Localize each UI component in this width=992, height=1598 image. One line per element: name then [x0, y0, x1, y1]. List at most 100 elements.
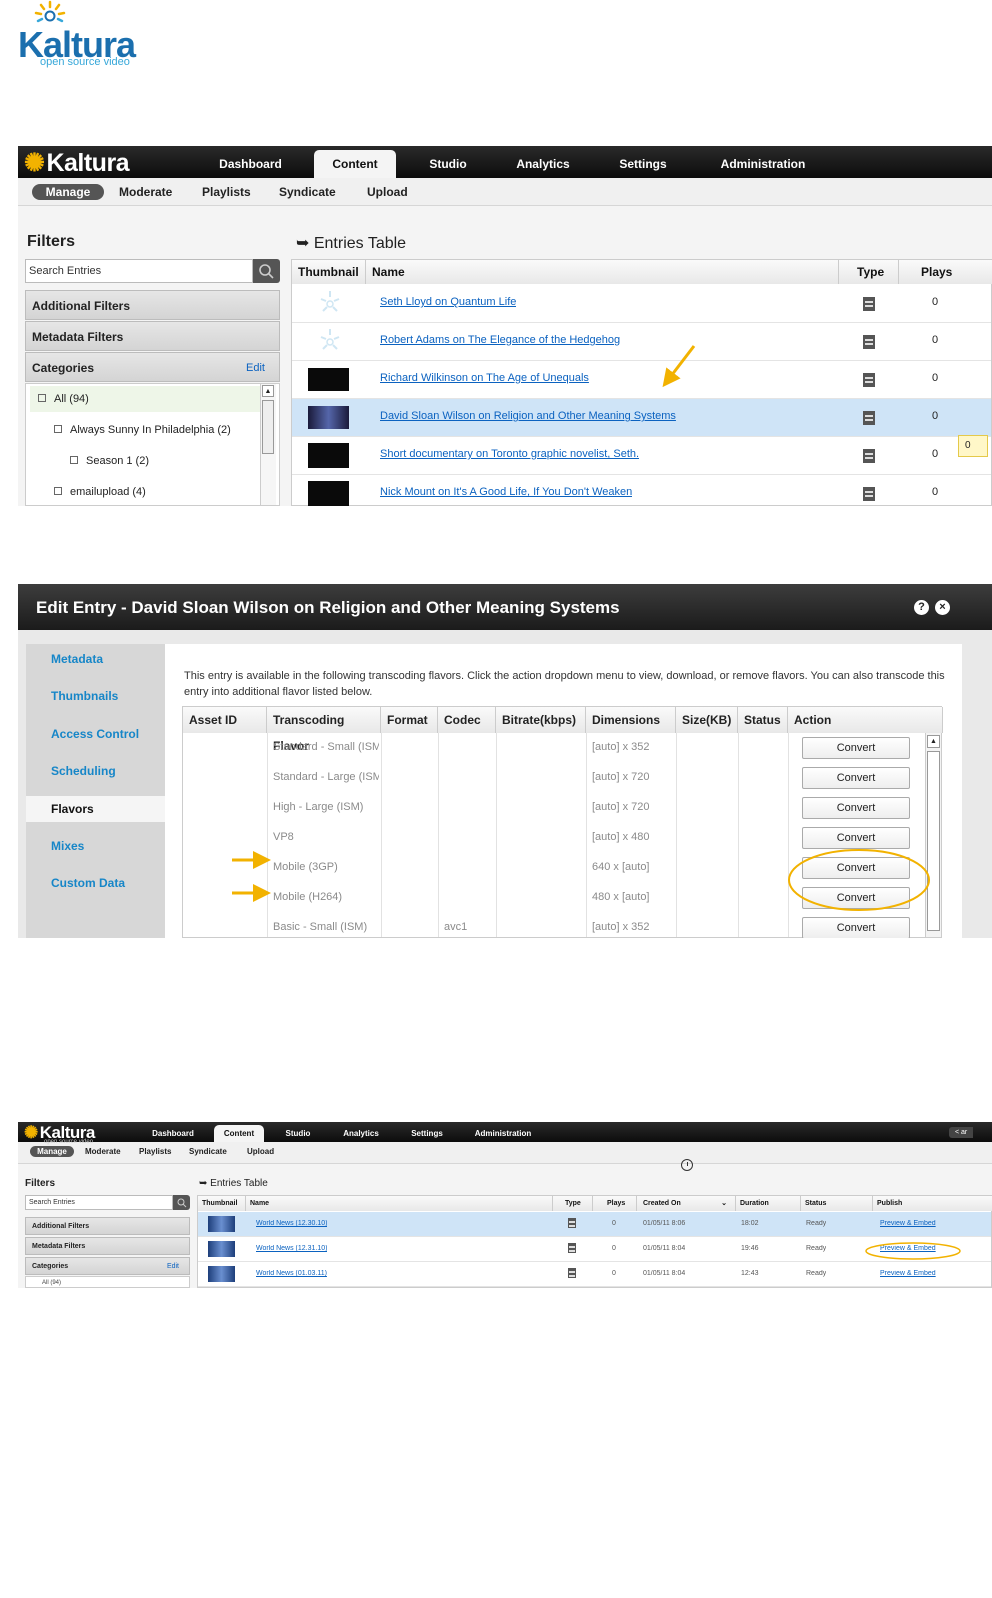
- col-format[interactable]: Format: [381, 707, 438, 733]
- convert-button[interactable]: Convert: [802, 917, 910, 938]
- additional-filters-header[interactable]: Additional Filters: [25, 290, 280, 320]
- back-arrow-icon[interactable]: ➥: [296, 235, 309, 252]
- col-status[interactable]: Status: [801, 1196, 873, 1211]
- tab-settings[interactable]: Settings: [603, 150, 683, 178]
- col-type[interactable]: Type: [553, 1196, 593, 1211]
- categories-edit-link[interactable]: Edit: [167, 1258, 179, 1276]
- entry-name-link[interactable]: World News (12.31.10): [256, 1245, 327, 1252]
- category-scrollbar[interactable]: ▲: [260, 384, 276, 505]
- back-button[interactable]: < ar: [949, 1127, 974, 1138]
- category-item[interactable]: Season 1 (2): [70, 455, 149, 467]
- sidebar-item-custom-data[interactable]: Custom Data: [51, 876, 125, 890]
- table-row[interactable]: World News (01.03.11) 0 01/05/11 8:04 12…: [198, 1262, 991, 1287]
- entry-name-link[interactable]: World News (01.03.11): [256, 1270, 327, 1277]
- sort-chevron-icon[interactable]: ⌄: [721, 1196, 727, 1211]
- table-row-selected[interactable]: World News (12.30.10) 0 01/05/11 8:06 18…: [198, 1212, 991, 1237]
- tab-studio[interactable]: Studio: [413, 150, 483, 178]
- preview-embed-link[interactable]: Preview & Embed: [880, 1270, 936, 1277]
- subtab-syndicate[interactable]: Syndicate: [279, 185, 336, 199]
- col-asset-id[interactable]: Asset ID: [183, 707, 267, 733]
- metadata-filters-header[interactable]: Metadata Filters: [25, 321, 280, 351]
- convert-button[interactable]: Convert: [802, 857, 910, 879]
- subtab-moderate[interactable]: Moderate: [85, 1147, 121, 1156]
- entry-name-link[interactable]: Short documentary on Toronto graphic nov…: [380, 448, 639, 460]
- entry-name-link[interactable]: Nick Mount on It's A Good Life, If You D…: [380, 486, 632, 498]
- scroll-thumb[interactable]: [262, 400, 274, 454]
- entry-name-link[interactable]: Robert Adams on The Elegance of the Hedg…: [380, 334, 620, 346]
- scroll-thumb[interactable]: [927, 751, 940, 931]
- tab-dashboard[interactable]: Dashboard: [140, 1125, 206, 1142]
- tab-content[interactable]: Content: [214, 1125, 264, 1142]
- sidebar-item-metadata[interactable]: Metadata: [51, 652, 103, 666]
- col-plays[interactable]: Plays: [593, 1196, 637, 1211]
- col-type[interactable]: Type: [839, 260, 899, 284]
- sidebar-item-access-control[interactable]: Access Control: [51, 727, 139, 741]
- subtab-upload[interactable]: Upload: [247, 1147, 274, 1156]
- entry-name-link[interactable]: Richard Wilkinson on The Age of Unequals: [380, 372, 589, 384]
- table-row[interactable]: Short documentary on Toronto graphic nov…: [292, 437, 991, 475]
- col-size[interactable]: Size(KB): [676, 707, 738, 733]
- additional-filters-header[interactable]: Additional Filters: [25, 1217, 190, 1235]
- sidebar-item-mixes[interactable]: Mixes: [51, 839, 84, 853]
- col-bitrate[interactable]: Bitrate(kbps): [496, 707, 586, 733]
- col-codec[interactable]: Codec: [438, 707, 496, 733]
- category-item[interactable]: All (94): [38, 393, 89, 405]
- col-action[interactable]: Action: [788, 707, 943, 733]
- subtab-syndicate[interactable]: Syndicate: [189, 1147, 227, 1156]
- scroll-up-icon[interactable]: ▲: [927, 735, 940, 748]
- sidebar-item-thumbnails[interactable]: Thumbnails: [51, 689, 118, 703]
- col-name[interactable]: Name: [246, 1196, 553, 1211]
- col-plays[interactable]: Plays: [899, 260, 992, 284]
- table-row[interactable]: World News (12.31.10) 0 01/05/11 8:04 19…: [198, 1237, 991, 1262]
- table-row[interactable]: Nick Mount on It's A Good Life, If You D…: [292, 475, 991, 506]
- table-row[interactable]: Seth Lloyd on Quantum Life 0: [292, 285, 991, 323]
- tab-settings[interactable]: Settings: [402, 1125, 452, 1142]
- col-status[interactable]: Status: [738, 707, 788, 733]
- sidebar-item-scheduling[interactable]: Scheduling: [51, 764, 116, 778]
- tab-content[interactable]: Content: [314, 150, 396, 178]
- table-row-selected[interactable]: David Sloan Wilson on Religion and Other…: [292, 399, 991, 437]
- tab-studio[interactable]: Studio: [276, 1125, 320, 1142]
- entry-name-link[interactable]: World News (12.30.10): [256, 1220, 327, 1227]
- table-row[interactable]: Robert Adams on The Elegance of the Hedg…: [292, 323, 991, 361]
- subtab-moderate[interactable]: Moderate: [119, 185, 172, 199]
- tab-analytics[interactable]: Analytics: [503, 150, 583, 178]
- subtab-playlists[interactable]: Playlists: [202, 185, 251, 199]
- categories-edit-link[interactable]: Edit: [246, 353, 265, 383]
- col-dimensions[interactable]: Dimensions: [586, 707, 676, 733]
- entry-name-link[interactable]: David Sloan Wilson on Religion and Other…: [380, 410, 676, 422]
- col-name[interactable]: Name: [366, 260, 839, 284]
- preview-embed-link[interactable]: Preview & Embed: [880, 1220, 936, 1227]
- subtab-upload[interactable]: Upload: [367, 185, 408, 199]
- category-tree[interactable]: All (94): [25, 1276, 190, 1288]
- convert-button[interactable]: Convert: [802, 767, 910, 789]
- tab-administration[interactable]: Administration: [468, 1125, 538, 1142]
- category-item[interactable]: emailupload (4): [54, 486, 146, 498]
- convert-button[interactable]: Convert: [802, 737, 910, 759]
- col-created-on[interactable]: Created On ⌄: [637, 1196, 736, 1211]
- col-transcoding-flavor[interactable]: Transcoding Flavor: [267, 707, 381, 753]
- col-duration[interactable]: Duration: [736, 1196, 801, 1211]
- subtab-manage[interactable]: Manage: [30, 1146, 74, 1157]
- back-arrow-icon[interactable]: ➥: [199, 1178, 207, 1189]
- search-input[interactable]: Search Entries: [25, 1195, 173, 1210]
- help-icon[interactable]: ?: [914, 600, 929, 615]
- convert-button[interactable]: Convert: [802, 827, 910, 849]
- col-thumbnail[interactable]: Thumbnail: [198, 1196, 246, 1211]
- col-publish[interactable]: Publish: [873, 1196, 992, 1211]
- tab-dashboard[interactable]: Dashboard: [203, 150, 298, 178]
- search-button[interactable]: [173, 1195, 190, 1210]
- preview-embed-link[interactable]: Preview & Embed: [880, 1245, 936, 1252]
- scroll-up-icon[interactable]: ▲: [262, 385, 274, 397]
- metadata-filters-header[interactable]: Metadata Filters: [25, 1237, 190, 1255]
- subtab-playlists[interactable]: Playlists: [139, 1147, 171, 1156]
- tab-analytics[interactable]: Analytics: [334, 1125, 388, 1142]
- search-input[interactable]: Search Entries: [25, 259, 253, 283]
- sidebar-item-flavors[interactable]: Flavors: [26, 796, 165, 822]
- convert-button[interactable]: Convert: [802, 797, 910, 819]
- col-thumbnail[interactable]: Thumbnail: [292, 260, 366, 284]
- entry-name-link[interactable]: Seth Lloyd on Quantum Life: [380, 296, 516, 308]
- close-icon[interactable]: ×: [935, 600, 950, 615]
- convert-button[interactable]: Convert: [802, 887, 910, 909]
- tab-administration[interactable]: Administration: [708, 150, 818, 178]
